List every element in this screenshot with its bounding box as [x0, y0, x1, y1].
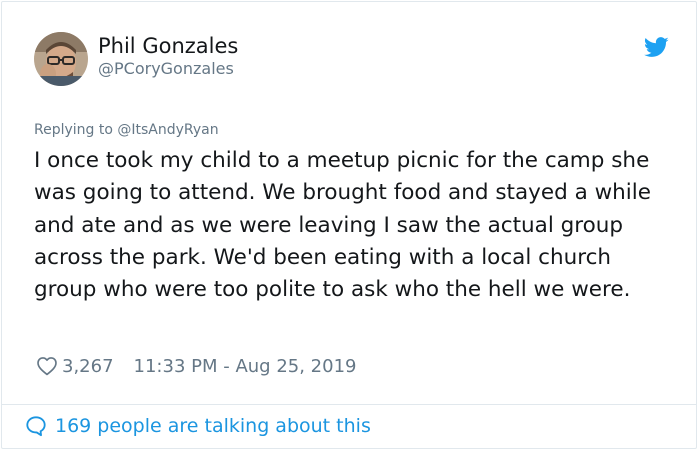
divider [2, 404, 696, 405]
heart-icon[interactable] [36, 355, 58, 377]
speech-bubble-icon [26, 416, 46, 437]
tweet-card: Phil Gonzales @PCoryGonzales Replying to… [1, 1, 697, 449]
talking-link[interactable]: 169 people are talking about this [25, 415, 371, 437]
twitter-bird-icon[interactable] [644, 37, 669, 58]
tweet-meta: 3,267 11:33 PM - Aug 25, 2019 [36, 353, 356, 379]
tweet-text: I once took my child to a meetup picnic … [34, 148, 651, 303]
avatar[interactable] [34, 32, 88, 86]
like-count[interactable]: 3,267 [62, 356, 114, 377]
talking-text: 169 people are talking about this [55, 415, 371, 437]
replying-to: Replying to @ItsAndyRyan [34, 122, 219, 138]
user-handle[interactable]: @PCoryGonzales [98, 59, 234, 78]
replying-prefix: Replying to [34, 122, 118, 138]
timestamp[interactable]: 11:33 PM - Aug 25, 2019 [134, 356, 357, 377]
reply-mention-link[interactable]: @ItsAndyRyan [117, 122, 218, 138]
display-name[interactable]: Phil Gonzales [98, 34, 238, 58]
avatar-photo [34, 32, 88, 86]
